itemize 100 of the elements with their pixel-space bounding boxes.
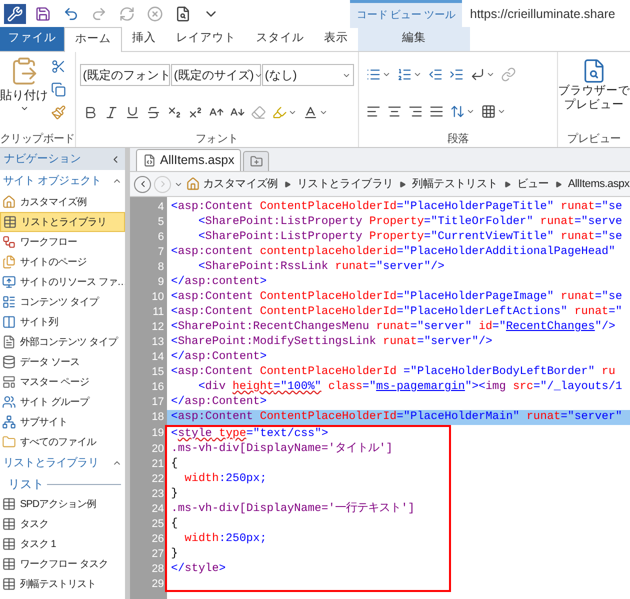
- navigation-item[interactable]: データ ソース: [0, 352, 125, 372]
- navigation-item[interactable]: SPDアクション例: [0, 494, 125, 514]
- ribbon-tab[interactable]: 編集: [358, 27, 470, 51]
- list-subheader: リスト: [8, 476, 44, 493]
- italic-icon: [104, 104, 119, 120]
- cut-icon: [51, 58, 66, 74]
- ribbon-tab[interactable]: 挿入: [122, 27, 166, 51]
- ribbon-tab[interactable]: ファイル: [0, 27, 64, 51]
- document-tab[interactable]: AllItems.aspx: [136, 149, 242, 171]
- combo-value: (なし): [264, 67, 297, 84]
- code-text: <div height="100%" class="ms-pagemargin"><img src="/_layouts/1: [197, 380, 622, 395]
- line-number: 17: [130, 395, 167, 410]
- navigation-item[interactable]: サブサイト: [0, 412, 125, 432]
- breadcrumb-item[interactable]: ビュー: [516, 176, 549, 192]
- code-text: <asp:Content ContentPlaceHolderId="PlaceHolderMain" runat="server": [170, 410, 622, 425]
- workflow-icon: [2, 235, 16, 249]
- combo-box[interactable]: (なし): [262, 64, 354, 86]
- navigation-item[interactable]: サイトのページ: [0, 252, 125, 272]
- navigation-item[interactable]: 外部コンテンツ タイプ: [0, 332, 125, 352]
- context-tab-header: コード ビュー ツール: [350, 0, 462, 28]
- group-label: 段落: [447, 132, 469, 146]
- code-text: </asp:Content>: [170, 395, 267, 410]
- underline-icon: [124, 104, 140, 120]
- line-number: 20: [130, 442, 167, 457]
- new-folder-icon: [250, 155, 263, 168]
- code-text: <SharePoint:RecentChangesMenu runat="server" id="RecentChanges"/>: [170, 320, 616, 335]
- code-text: width:250px;: [184, 532, 267, 547]
- breadcrumb-item[interactable]: カスタマイズ例: [203, 176, 278, 192]
- ribbon-tab[interactable]: レイアウト: [166, 27, 246, 51]
- line-number: 18: [130, 410, 167, 425]
- breadcrumb-item[interactable]: 列幅テストリスト: [412, 176, 498, 192]
- code-text: {: [170, 457, 178, 472]
- section-title[interactable]: サイト オブジェクト: [3, 172, 102, 190]
- refresh-icon: [119, 6, 135, 22]
- caret-icon: [20, 104, 28, 113]
- pages-icon: [2, 255, 16, 269]
- font-color-icon: [302, 104, 318, 120]
- table-icon: [2, 557, 16, 571]
- line-number: 9: [130, 275, 167, 290]
- line-number: 21: [130, 457, 167, 472]
- code-text: <asp:Content ContentPlaceHolderId ="PlaceHolderBodyLeftBorder" ru: [170, 365, 616, 380]
- wrench-icon: [7, 6, 23, 22]
- code-text: <style type="text/css">: [170, 427, 328, 442]
- navigation-item[interactable]: タスク: [0, 514, 125, 534]
- save-icon: [35, 6, 51, 22]
- document-icon: [2, 335, 16, 349]
- table-icon: [2, 517, 16, 531]
- stop-icon: [147, 6, 163, 22]
- back-button[interactable]: [134, 176, 151, 192]
- navigation-item[interactable]: ワークフロー: [0, 232, 125, 252]
- navigation-item[interactable]: 列幅テストリスト: [0, 574, 125, 594]
- navigation-item[interactable]: サイト列: [0, 312, 125, 332]
- navigation-header: ナビゲーション: [0, 148, 125, 170]
- wrench-button[interactable]: [4, 4, 26, 24]
- new-tab[interactable]: [243, 151, 270, 171]
- link-icon: [500, 66, 516, 82]
- hierarchy-icon: [2, 415, 16, 429]
- copy-icon: [51, 82, 66, 96]
- code-text: <SharePoint:ListProperty Property="CurrentViewTitle" runat="se: [197, 230, 622, 245]
- breadcrumb-item[interactable]: リストとライブラリ: [296, 176, 394, 192]
- line-number: 23: [130, 487, 167, 502]
- separator-icon: [504, 180, 511, 188]
- separator-icon: [554, 180, 562, 188]
- navigation-item[interactable]: ワークフロー タスク: [0, 554, 125, 574]
- group-label: クリップボード: [0, 132, 75, 146]
- separator-icon: [284, 180, 291, 188]
- line-number: 12: [130, 320, 167, 335]
- line-number: 6: [130, 230, 167, 245]
- line-number-gutter: [130, 197, 167, 200]
- code-text: </style>: [170, 562, 226, 577]
- navigation-item[interactable]: サイト グループ: [0, 392, 125, 412]
- numbering-icon: [396, 66, 412, 82]
- paste-button[interactable]: 貼り付け: [0, 56, 48, 130]
- line-number: 11: [130, 305, 167, 320]
- justify-icon: [428, 104, 444, 119]
- navigation-item[interactable]: カスタマイズ例: [0, 192, 125, 212]
- ribbon-tab[interactable]: 表示: [314, 27, 358, 51]
- ribbon-tab[interactable]: スタイル: [246, 27, 314, 51]
- line-number: 14: [130, 350, 167, 365]
- bullets-icon: [366, 66, 381, 82]
- code-text: <SharePoint:ModifySettingsLink runat="server"/>: [170, 335, 492, 350]
- combo-value: (既定のサイズ): [174, 67, 254, 84]
- users-icon: [2, 395, 16, 409]
- navigation-item[interactable]: すべてのファイル: [0, 432, 125, 452]
- code-text: }: [170, 487, 178, 502]
- navigation-item[interactable]: マスター ページ: [0, 372, 125, 392]
- breadcrumb-item[interactable]: AllItems.aspx: [568, 176, 630, 192]
- line-number: 26: [130, 532, 167, 547]
- navigation-item[interactable]: リストとライブラリ: [0, 212, 125, 232]
- return-icon: [470, 66, 485, 82]
- navigation-item[interactable]: コンテンツ タイプ: [0, 292, 125, 312]
- ribbon-tab[interactable]: ホーム: [64, 27, 122, 52]
- align-center-icon: [386, 104, 402, 119]
- section-title[interactable]: リストとライブラリ: [3, 454, 98, 472]
- combo-box[interactable]: (既定のサイズ): [170, 64, 261, 86]
- navigation-item[interactable]: タスク 1: [0, 534, 125, 554]
- code-text: width:250px;: [184, 472, 267, 487]
- line-number: 25: [130, 517, 167, 532]
- browser-preview-button[interactable]: ブラウザーで プレビュー: [558, 52, 630, 130]
- page-icon: [143, 154, 156, 167]
